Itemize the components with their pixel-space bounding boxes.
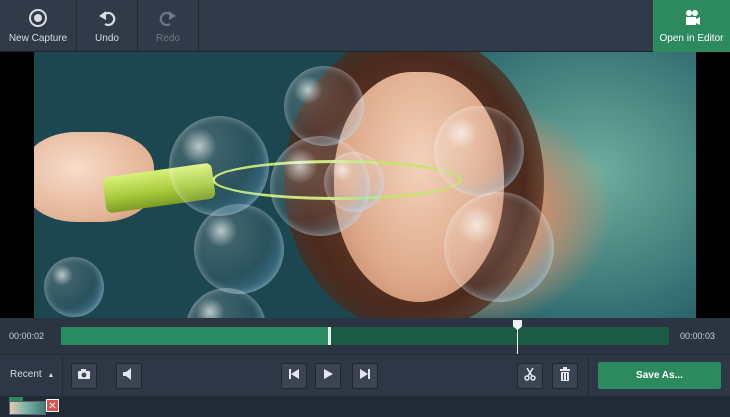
scissors-icon bbox=[524, 367, 536, 386]
video-preview[interactable] bbox=[0, 52, 730, 318]
undo-button[interactable]: Undo bbox=[77, 0, 137, 52]
current-time: 00:00:02 bbox=[9, 331, 45, 341]
volume-button[interactable] bbox=[116, 363, 142, 389]
playhead[interactable] bbox=[513, 320, 522, 354]
screenshot-button[interactable] bbox=[71, 363, 97, 389]
play-button[interactable] bbox=[315, 363, 341, 389]
camera-icon bbox=[77, 367, 91, 385]
trash-icon bbox=[559, 366, 571, 386]
recent-capture-thumbnail[interactable] bbox=[9, 401, 46, 415]
timeline-track[interactable] bbox=[61, 327, 669, 345]
timeline: 00:00:02 00:00:03 bbox=[0, 318, 730, 354]
selection-end-marker[interactable] bbox=[327, 327, 331, 345]
delete-button[interactable] bbox=[552, 363, 578, 389]
undo-label: Undo bbox=[95, 33, 119, 44]
playhead-line bbox=[517, 329, 518, 354]
cut-button[interactable] bbox=[517, 363, 543, 389]
redo-icon bbox=[158, 8, 178, 28]
skip-back-icon bbox=[288, 367, 300, 385]
open-in-editor-label: Open in Editor bbox=[659, 33, 724, 44]
video-frame bbox=[34, 52, 696, 318]
selected-range[interactable] bbox=[61, 327, 329, 345]
play-icon bbox=[322, 367, 334, 385]
close-icon[interactable]: ✕ bbox=[46, 399, 59, 412]
recent-dropdown[interactable]: Recent ▲ bbox=[10, 369, 54, 380]
toolbar-divider bbox=[198, 0, 199, 52]
undo-icon bbox=[97, 8, 117, 28]
playback-controls: Recent ▲ Save As... bbox=[0, 354, 730, 397]
redo-button[interactable]: Redo bbox=[138, 0, 198, 52]
film-camera-icon bbox=[682, 8, 702, 28]
skip-forward-button[interactable] bbox=[352, 363, 378, 389]
recent-label: Recent bbox=[10, 369, 42, 380]
skip-back-button[interactable] bbox=[281, 363, 307, 389]
save-as-button[interactable]: Save As... bbox=[598, 362, 721, 389]
recent-captures-strip: ✕ bbox=[0, 396, 730, 417]
speaker-icon bbox=[122, 367, 136, 385]
video-capture-app: New Capture Undo Redo Open in Editor 00:… bbox=[0, 0, 730, 417]
open-in-editor-button[interactable]: Open in Editor bbox=[653, 0, 730, 52]
new-capture-label: New Capture bbox=[8, 33, 68, 44]
controls-divider bbox=[588, 355, 589, 397]
end-time: 00:00:03 bbox=[680, 331, 716, 341]
top-toolbar: New Capture Undo Redo Open in Editor bbox=[0, 0, 730, 52]
skip-forward-icon bbox=[359, 367, 371, 385]
redo-label: Redo bbox=[156, 33, 180, 44]
new-capture-button[interactable]: New Capture bbox=[0, 0, 76, 52]
caret-up-icon: ▲ bbox=[47, 372, 55, 379]
record-icon bbox=[28, 8, 48, 28]
controls-divider bbox=[62, 355, 63, 397]
